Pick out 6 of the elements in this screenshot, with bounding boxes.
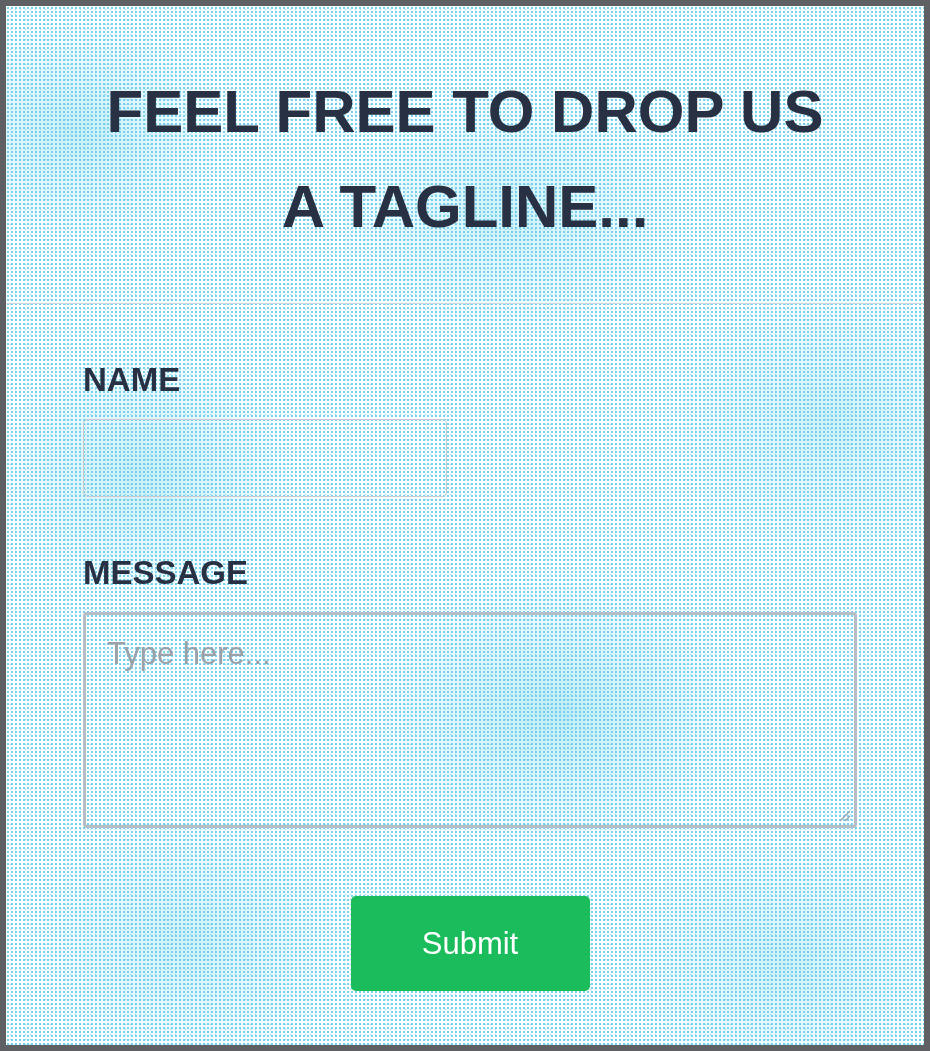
submit-button[interactable]: Submit — [350, 896, 590, 991]
page-heading: FEEL FREE TO DROP US A TAGLINE... — [105, 77, 825, 242]
resize-handle-icon[interactable] — [839, 810, 851, 822]
name-field[interactable] — [83, 419, 447, 497]
field-label: NAME — [83, 361, 181, 399]
field-label: MESSAGE — [83, 554, 249, 592]
